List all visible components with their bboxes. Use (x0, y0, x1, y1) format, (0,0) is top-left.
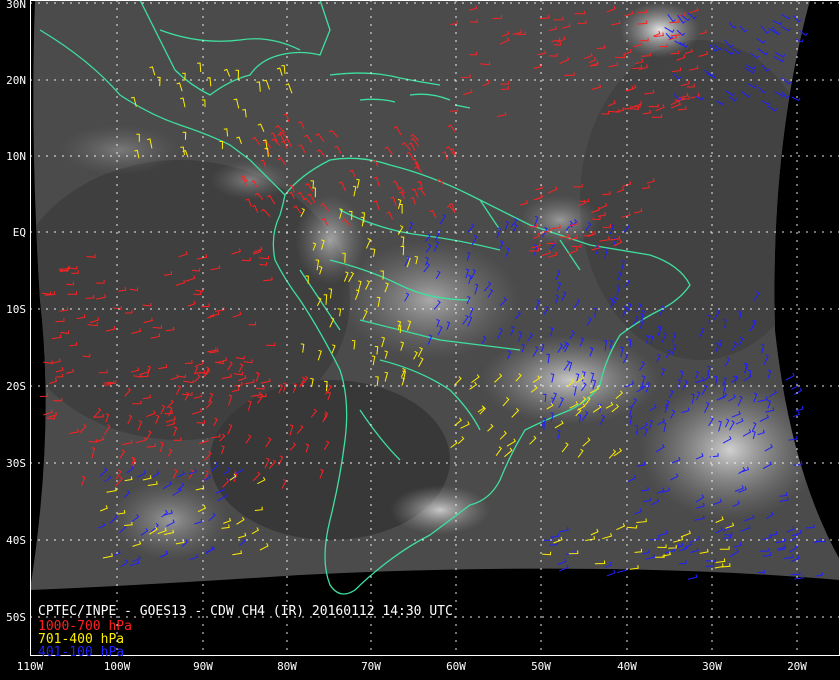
lon-label: 100W (104, 660, 131, 673)
lat-label: EQ (13, 226, 26, 239)
lon-label: 30W (702, 660, 722, 673)
lon-label: 110W (17, 660, 44, 673)
lat-label: 50S (6, 611, 26, 624)
satellite-wind-map: 30N 20N 10N EQ 10S 20S 30S 40S 50S 110W … (0, 0, 840, 680)
lon-label: 70W (361, 660, 381, 673)
lat-label: 20S (6, 380, 26, 393)
lat-label: 40S (6, 534, 26, 547)
lon-label: 50W (531, 660, 551, 673)
lon-label: 90W (193, 660, 213, 673)
lon-label: 60W (446, 660, 466, 673)
legend-entry-high: 401-100 hPa (38, 645, 124, 660)
lat-label: 10S (6, 303, 26, 316)
lat-label: 10N (6, 150, 26, 163)
lat-label: 20N (6, 74, 26, 87)
lon-label: 80W (277, 660, 297, 673)
caption: CPTEC/INPE - GOES13 - CDW CH4 (IR) 20160… (38, 604, 453, 619)
lat-label: 30S (6, 457, 26, 470)
lat-label: 30N (6, 0, 26, 11)
lon-label: 40W (617, 660, 637, 673)
lon-label: 20W (787, 660, 807, 673)
